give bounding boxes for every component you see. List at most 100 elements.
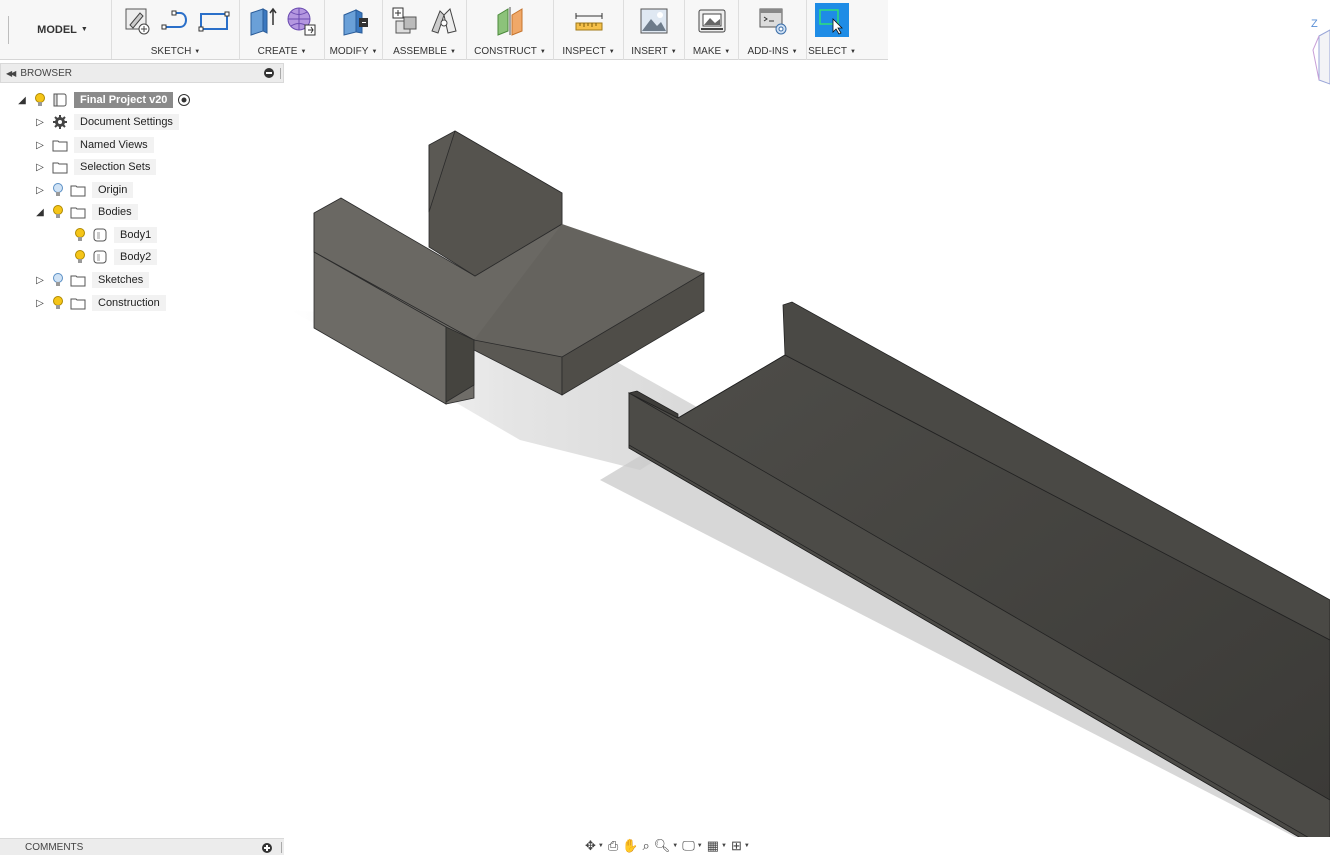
visibility-bulb-icon[interactable] [74,228,86,242]
panel-divider [281,842,282,853]
3d-print-icon[interactable] [696,5,728,37]
tree-item-label: Selection Sets [74,159,157,175]
tree-item-bodies[interactable]: ◢ Bodies [34,202,138,222]
tree-item-origin[interactable]: ▷ Origin [34,180,134,200]
press-pull-icon[interactable] [338,5,370,37]
assemble-group-label: ASSEMBLE [393,46,447,57]
visibility-bulb-icon[interactable] [34,93,46,107]
tree-item-named-views[interactable]: ▷ Named Views [34,135,154,155]
expanded-arrow-icon[interactable]: ◢ [16,95,28,106]
cursor-icon [819,9,843,35]
tree-item-sketches[interactable]: ▷ Sketches [34,270,150,290]
make-group[interactable]: MAKE ▼ [685,0,739,60]
browser-header[interactable]: ◀◀ BROWSER [0,63,284,83]
addins-group[interactable]: ADD-INS ▼ [739,0,807,60]
comments-panel[interactable]: COMMENTS [0,838,284,855]
tree-item-label: Sketches [92,272,150,288]
browser-title: BROWSER [20,67,72,79]
chevron-down-icon: ▼ [371,49,378,55]
visibility-bulb-icon[interactable] [52,205,64,219]
tree-item-label: Bodies [92,204,138,220]
chevron-down-icon: ▼ [194,49,201,55]
viewports-icon[interactable]: ⊞ [731,838,742,854]
visibility-bulb-icon[interactable] [52,273,64,287]
workspace-switcher[interactable]: MODEL ▼ [14,0,112,59]
joint-icon[interactable] [428,5,460,37]
add-comment-icon[interactable] [262,843,272,853]
sketch-group[interactable]: SKETCH ▼ [112,0,240,60]
chevron-down-icon: ▼ [670,49,677,55]
display-settings-icon[interactable]: 🖵 [682,838,695,854]
chevron-down-icon[interactable]: ▼ [598,843,604,849]
body1-bracket[interactable] [313,130,705,405]
insert-group[interactable]: INSERT ▼ [624,0,685,60]
modify-group[interactable]: MODIFY ▼ [325,0,383,60]
root-node-label[interactable]: Final Project v20 [74,92,174,108]
tree-item-body1[interactable]: Body1 [68,225,158,245]
scripts-icon[interactable] [757,5,789,37]
assemble-group[interactable]: ASSEMBLE ▼ [383,0,467,60]
comments-title: COMMENTS [25,842,84,853]
chevron-down-icon[interactable]: ▼ [721,843,727,849]
grid-icon[interactable]: ▦ [707,838,719,854]
viewcube[interactable]: Z [1305,14,1330,94]
minimize-icon[interactable] [264,68,274,78]
viewcube-axis-label: Z [1311,18,1318,30]
collapsed-arrow-icon[interactable]: ▷ [34,275,46,286]
sketch-create-icon[interactable] [122,5,154,37]
look-at-icon[interactable]: ⎙ [608,838,618,854]
collapse-panel-icon[interactable]: ◀◀ [6,69,16,78]
fit-icon[interactable]: 🔍︎ [654,838,671,854]
workspace-label: MODEL [37,23,77,36]
chevron-down-icon[interactable]: ▼ [697,843,703,849]
collapsed-arrow-icon[interactable]: ▷ [34,162,46,173]
insert-image-icon[interactable] [638,5,670,37]
form-icon[interactable] [285,5,317,37]
visibility-bulb-icon[interactable] [52,296,64,310]
create-group[interactable]: CREATE ▼ [240,0,325,60]
visibility-bulb-icon[interactable] [52,183,64,197]
tree-item-selection-sets[interactable]: ▷ Selection Sets [34,157,157,177]
construct-group[interactable]: CONSTRUCT ▼ [467,0,554,60]
extrude-icon[interactable] [247,5,279,37]
collapsed-arrow-icon[interactable]: ▷ [34,140,46,151]
orbit-icon[interactable]: ✥ [585,838,596,854]
zoom-icon[interactable]: ⌕ [642,838,649,854]
tree-item-label: Origin [92,182,134,198]
chevron-down-icon: ▼ [300,49,307,55]
chevron-down-icon: ▼ [791,49,798,55]
fusion-window: MODEL ▼ SKETCH ▼ CREATE ▼ MODIFY ▼ ASSEM… [0,0,1330,855]
chevron-down-icon: ▼ [724,49,731,55]
visibility-bulb-icon[interactable] [74,250,86,264]
select-icon[interactable] [815,3,849,37]
tree-item-label: Body2 [114,249,158,265]
collapsed-arrow-icon[interactable]: ▷ [34,298,46,309]
panel-divider [280,68,281,79]
tree-item-document-settings[interactable]: ▷ Document Settings [34,112,179,132]
activate-radio-icon[interactable] [177,93,191,107]
inspect-group[interactable]: INSPECT ▼ [554,0,624,60]
tree-item-construction[interactable]: ▷ Construction [34,293,166,313]
toolbar-grip[interactable] [0,0,14,60]
chevron-down-icon[interactable]: ▼ [672,843,678,849]
chevron-down-icon: ▼ [449,49,456,55]
gear-icon [53,115,67,129]
line-icon[interactable] [160,5,192,37]
tree-item-label: Construction [92,295,166,311]
collapsed-arrow-icon[interactable]: ▷ [34,117,46,128]
body2-channel[interactable] [627,301,1330,837]
modify-group-label: MODIFY [329,46,369,57]
tree-item-body2[interactable]: Body2 [68,247,158,267]
chevron-down-icon[interactable]: ▼ [744,843,750,849]
pan-icon[interactable]: ✋ [622,838,638,854]
3d-viewport[interactable] [285,61,1330,837]
folder-icon [70,298,86,310]
expanded-arrow-icon[interactable]: ◢ [34,207,46,218]
new-component-icon[interactable] [390,5,422,37]
plane-icon[interactable] [494,5,526,37]
rectangle-icon[interactable] [198,5,230,37]
select-group[interactable]: SELECT ▼ [807,0,857,60]
sketch-group-label: SKETCH [150,46,192,57]
measure-icon[interactable] [573,5,605,37]
collapsed-arrow-icon[interactable]: ▷ [34,185,46,196]
